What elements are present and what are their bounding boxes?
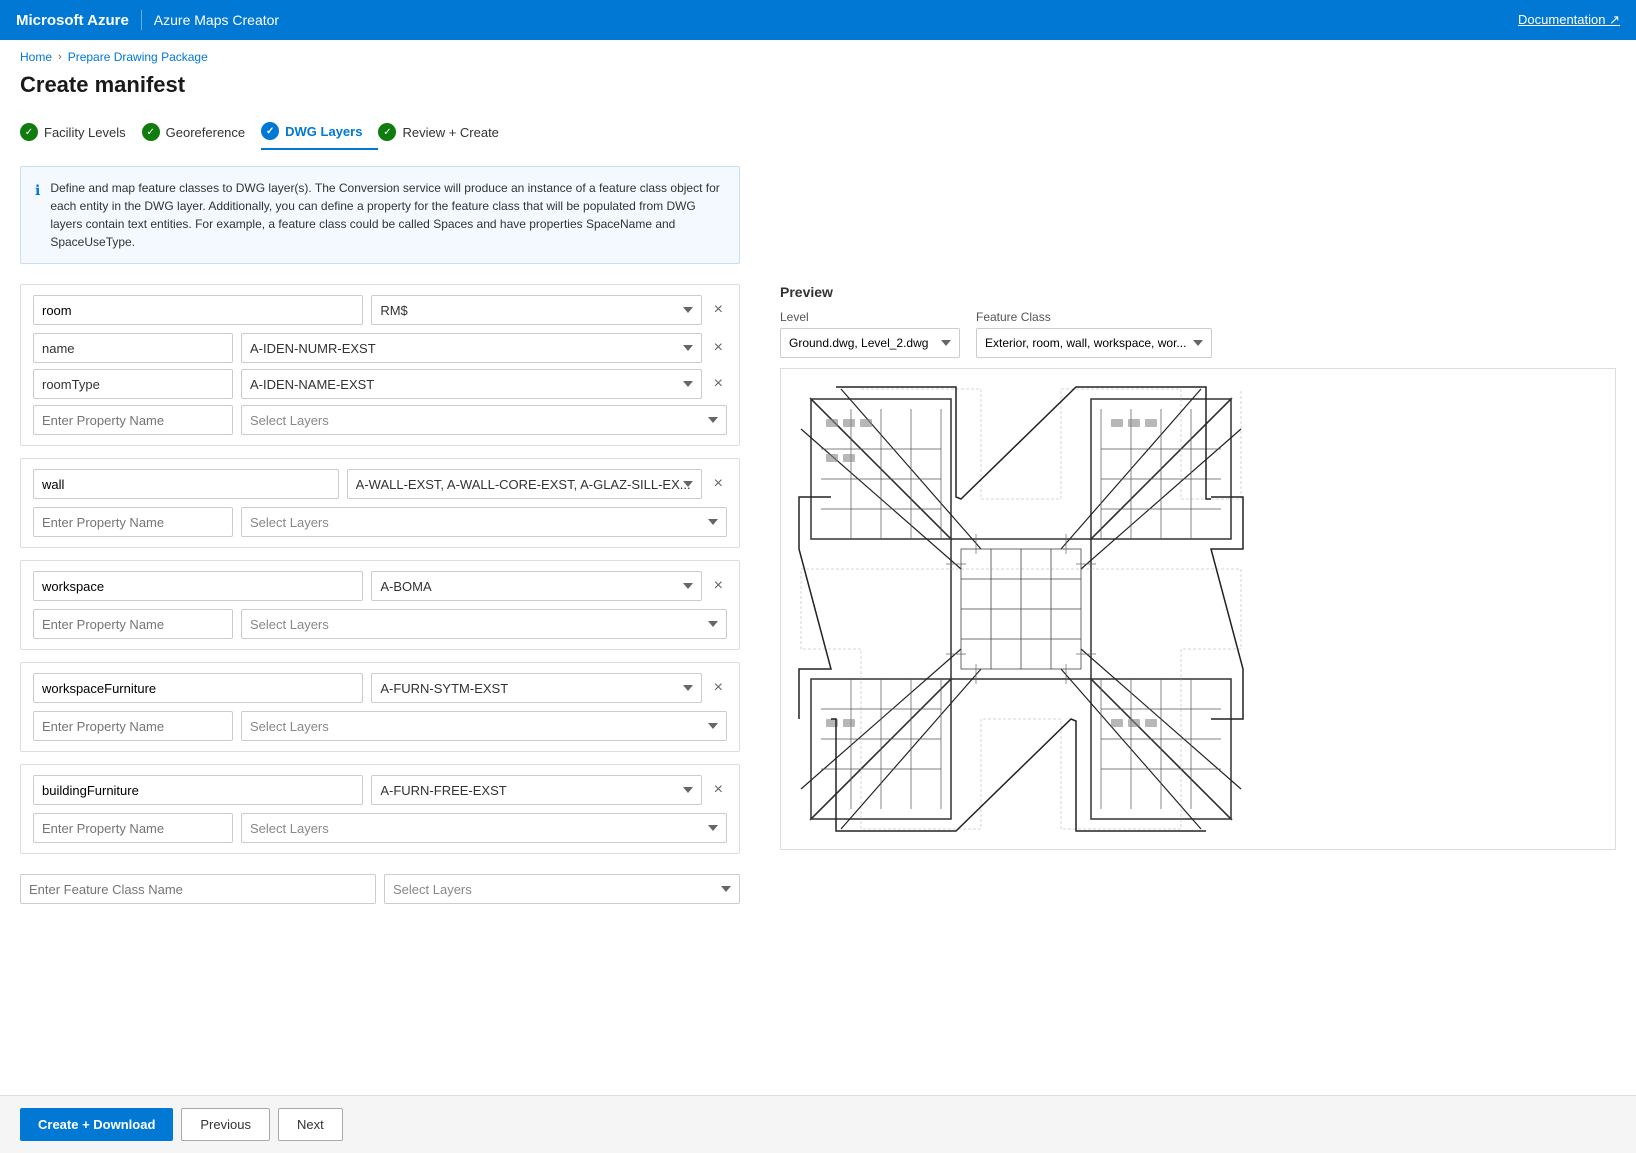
property-row-empty-wall: Select Layers bbox=[33, 507, 727, 537]
preview-area: Preview Level Ground.dwg, Level_2.dwg Fe… bbox=[740, 284, 1616, 912]
remove-property-roomtype-button[interactable]: × bbox=[710, 376, 727, 392]
main-layout: RM$ × A-IDEN-NUMR-EXST × A-IDEN-NAME bbox=[0, 284, 1636, 912]
property-row-empty-buildingfurniture: Select Layers bbox=[33, 813, 727, 843]
layer-select-name[interactable]: A-IDEN-NUMR-EXST bbox=[241, 333, 702, 363]
remove-room-button[interactable]: × bbox=[710, 302, 727, 318]
property-row-name: A-IDEN-NUMR-EXST × bbox=[33, 333, 727, 363]
step-review-create[interactable]: ✓ Review + Create bbox=[378, 115, 514, 149]
feature-group-workspace-header: A-BOMA × bbox=[33, 571, 727, 601]
feature-class-input-wall[interactable] bbox=[33, 469, 339, 499]
breadcrumb: Home › Prepare Drawing Package bbox=[0, 40, 1636, 68]
step-check-georeference: ✓ bbox=[142, 123, 160, 141]
next-button[interactable]: Next bbox=[278, 1108, 343, 1141]
breadcrumb-current: Prepare Drawing Package bbox=[68, 50, 208, 64]
layer-select-workspace[interactable]: A-BOMA bbox=[371, 571, 701, 601]
step-dwg-layers[interactable]: ✓ DWG Layers bbox=[261, 114, 378, 150]
step-check-facility-levels: ✓ bbox=[20, 123, 38, 141]
topbar: Microsoft Azure Azure Maps Creator Docum… bbox=[0, 0, 1636, 40]
feature-group-buildingfurniture: A-FURN-FREE-EXST × Select Layers bbox=[20, 764, 740, 854]
step-check-dwg-layers: ✓ bbox=[261, 122, 279, 140]
documentation-link[interactable]: Documentation ↗ bbox=[1518, 12, 1620, 28]
form-area: RM$ × A-IDEN-NUMR-EXST × A-IDEN-NAME bbox=[20, 284, 740, 912]
property-name-input-empty-wall[interactable] bbox=[33, 507, 233, 537]
property-row-roomtype: A-IDEN-NAME-EXST × bbox=[33, 369, 727, 399]
property-name-input-roomtype[interactable] bbox=[33, 369, 233, 399]
feature-class-input-room[interactable] bbox=[33, 295, 363, 325]
app-name-label: Azure Maps Creator bbox=[154, 12, 279, 28]
layer-select-empty-workspace[interactable]: Select Layers bbox=[241, 609, 727, 639]
layer-select-wall[interactable]: A-WALL-EXST, A-WALL-CORE-EXST, A-GLAZ-SI… bbox=[347, 469, 702, 499]
remove-buildingfurniture-button[interactable]: × bbox=[710, 782, 727, 798]
remove-workspacefurniture-button[interactable]: × bbox=[710, 680, 727, 696]
level-control-group: Level Ground.dwg, Level_2.dwg bbox=[780, 310, 960, 358]
step-facility-levels[interactable]: ✓ Facility Levels bbox=[20, 115, 142, 149]
info-icon: ℹ bbox=[35, 180, 40, 251]
step-label-facility-levels: Facility Levels bbox=[44, 125, 126, 140]
property-name-input-empty-workspace[interactable] bbox=[33, 609, 233, 639]
property-name-input-name[interactable] bbox=[33, 333, 233, 363]
breadcrumb-separator: › bbox=[58, 51, 62, 63]
property-name-input-empty-buildingfurniture[interactable] bbox=[33, 813, 233, 843]
step-label-dwg-layers: DWG Layers bbox=[285, 124, 362, 139]
preview-title: Preview bbox=[780, 284, 1616, 300]
feature-group-workspacefurniture: A-FURN-SYTM-EXST × Select Layers bbox=[20, 662, 740, 752]
info-text: Define and map feature classes to DWG la… bbox=[50, 179, 725, 251]
floor-plan bbox=[780, 368, 1616, 850]
new-feature-class-input[interactable] bbox=[20, 874, 376, 904]
layer-select-empty-buildingfurniture[interactable]: Select Layers bbox=[241, 813, 727, 843]
feature-class-label: Feature Class bbox=[976, 310, 1212, 324]
layer-select-room[interactable]: RM$ bbox=[371, 295, 701, 325]
feature-group-room: RM$ × A-IDEN-NUMR-EXST × A-IDEN-NAME bbox=[20, 284, 740, 446]
step-check-review-create: ✓ bbox=[378, 123, 396, 141]
new-class-row: Select Layers bbox=[20, 866, 740, 912]
feature-group-buildingfurniture-header: A-FURN-FREE-EXST × bbox=[33, 775, 727, 805]
create-download-button[interactable]: Create + Download bbox=[20, 1108, 173, 1141]
previous-button[interactable]: Previous bbox=[181, 1108, 270, 1141]
layer-select-buildingfurniture[interactable]: A-FURN-FREE-EXST bbox=[371, 775, 701, 805]
feature-class-input-workspacefurniture[interactable] bbox=[33, 673, 363, 703]
layer-select-empty-wall[interactable]: Select Layers bbox=[241, 507, 727, 537]
remove-workspace-button[interactable]: × bbox=[710, 578, 727, 594]
feature-group-room-header: RM$ × bbox=[33, 295, 727, 325]
feature-class-select[interactable]: Exterior, room, wall, workspace, wor... bbox=[976, 328, 1212, 358]
remove-wall-button[interactable]: × bbox=[710, 476, 727, 492]
new-feature-class-layers[interactable]: Select Layers bbox=[384, 874, 740, 904]
property-row-empty-room: Select Layers bbox=[33, 405, 727, 435]
step-label-review-create: Review + Create bbox=[402, 125, 498, 140]
layer-select-empty-room[interactable]: Select Layers bbox=[241, 405, 727, 435]
layer-select-workspacefurniture[interactable]: A-FURN-SYTM-EXST bbox=[371, 673, 701, 703]
page-title: Create manifest bbox=[0, 68, 1636, 114]
wizard-steps: ✓ Facility Levels ✓ Georeference ✓ DWG L… bbox=[0, 114, 1636, 166]
breadcrumb-home[interactable]: Home bbox=[20, 50, 52, 64]
feature-group-workspace: A-BOMA × Select Layers bbox=[20, 560, 740, 650]
layer-select-empty-workspacefurniture[interactable]: Select Layers bbox=[241, 711, 727, 741]
brand-label: Microsoft Azure bbox=[16, 12, 129, 29]
property-name-input-empty-room[interactable] bbox=[33, 405, 233, 435]
level-label: Level bbox=[780, 310, 960, 324]
topbar-divider bbox=[141, 10, 142, 30]
feature-class-input-buildingfurniture[interactable] bbox=[33, 775, 363, 805]
footer: Create + Download Previous Next bbox=[0, 1095, 1636, 1153]
remove-property-name-button[interactable]: × bbox=[710, 340, 727, 356]
step-georeference[interactable]: ✓ Georeference bbox=[142, 115, 262, 149]
feature-group-wall: A-WALL-EXST, A-WALL-CORE-EXST, A-GLAZ-SI… bbox=[20, 458, 740, 548]
info-box: ℹ Define and map feature classes to DWG … bbox=[20, 166, 740, 264]
property-row-empty-workspace: Select Layers bbox=[33, 609, 727, 639]
step-label-georeference: Georeference bbox=[166, 125, 246, 140]
feature-class-control-group: Feature Class Exterior, room, wall, work… bbox=[976, 310, 1212, 358]
layer-select-roomtype[interactable]: A-IDEN-NAME-EXST bbox=[241, 369, 702, 399]
level-select[interactable]: Ground.dwg, Level_2.dwg bbox=[780, 328, 960, 358]
feature-group-wall-header: A-WALL-EXST, A-WALL-CORE-EXST, A-GLAZ-SI… bbox=[33, 469, 727, 499]
feature-class-input-workspace[interactable] bbox=[33, 571, 363, 601]
preview-controls: Level Ground.dwg, Level_2.dwg Feature Cl… bbox=[780, 310, 1616, 358]
feature-group-workspacefurniture-header: A-FURN-SYTM-EXST × bbox=[33, 673, 727, 703]
property-name-input-empty-workspacefurniture[interactable] bbox=[33, 711, 233, 741]
property-row-empty-workspacefurniture: Select Layers bbox=[33, 711, 727, 741]
